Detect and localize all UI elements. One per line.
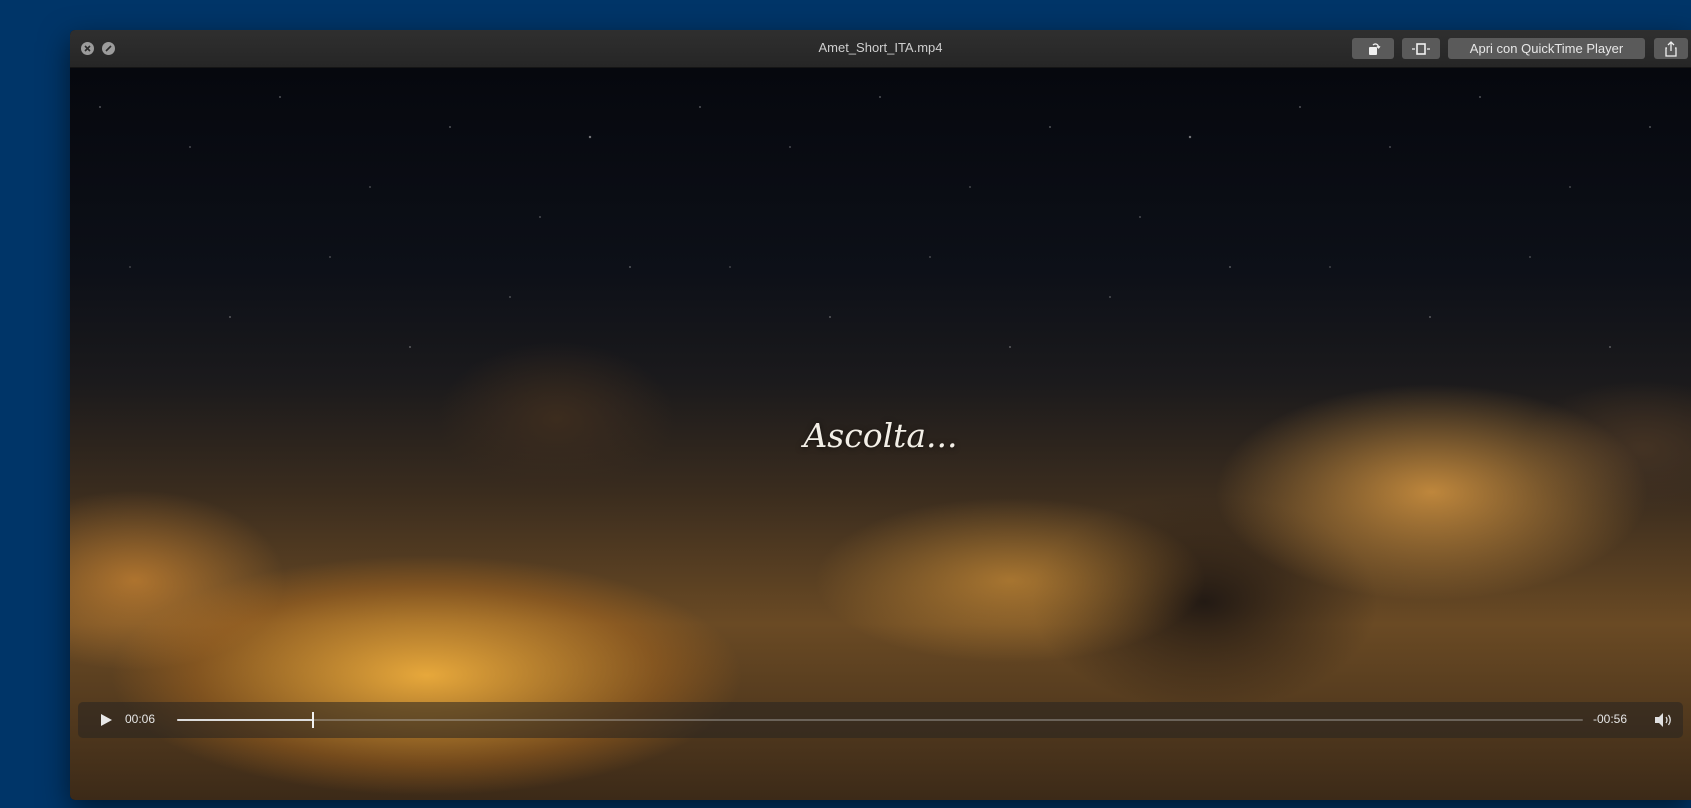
video-frame[interactable]: Ascolta...: [70, 67, 1691, 800]
video-caption: Ascolta...: [803, 416, 958, 455]
scrubber-track[interactable]: [177, 712, 1583, 728]
remaining-time: -00:56: [1593, 712, 1628, 726]
quick-look-window: Amet_Short_ITA.mp4 Apri con QuickTime Pl…: [70, 30, 1691, 800]
scrubber-progress: [177, 719, 314, 721]
rotate-icon: [1369, 42, 1381, 55]
trim-icon: [1412, 42, 1430, 55]
open-with-quicktime-button[interactable]: Apri con QuickTime Player: [1448, 38, 1645, 59]
elapsed-time: 00:06: [125, 712, 156, 726]
starry-sky: [70, 67, 1691, 397]
rotate-button[interactable]: [1352, 38, 1394, 59]
scrubber-playhead[interactable]: [312, 712, 315, 728]
volume-icon[interactable]: [1653, 711, 1675, 729]
trim-button[interactable]: [1402, 38, 1440, 59]
playback-controls: 00:06 -00:56: [78, 702, 1683, 738]
play-icon[interactable]: [98, 712, 114, 728]
share-button[interactable]: [1654, 38, 1688, 59]
share-icon: [1665, 40, 1677, 57]
title-bar: Amet_Short_ITA.mp4 Apri con QuickTime Pl…: [70, 30, 1691, 68]
